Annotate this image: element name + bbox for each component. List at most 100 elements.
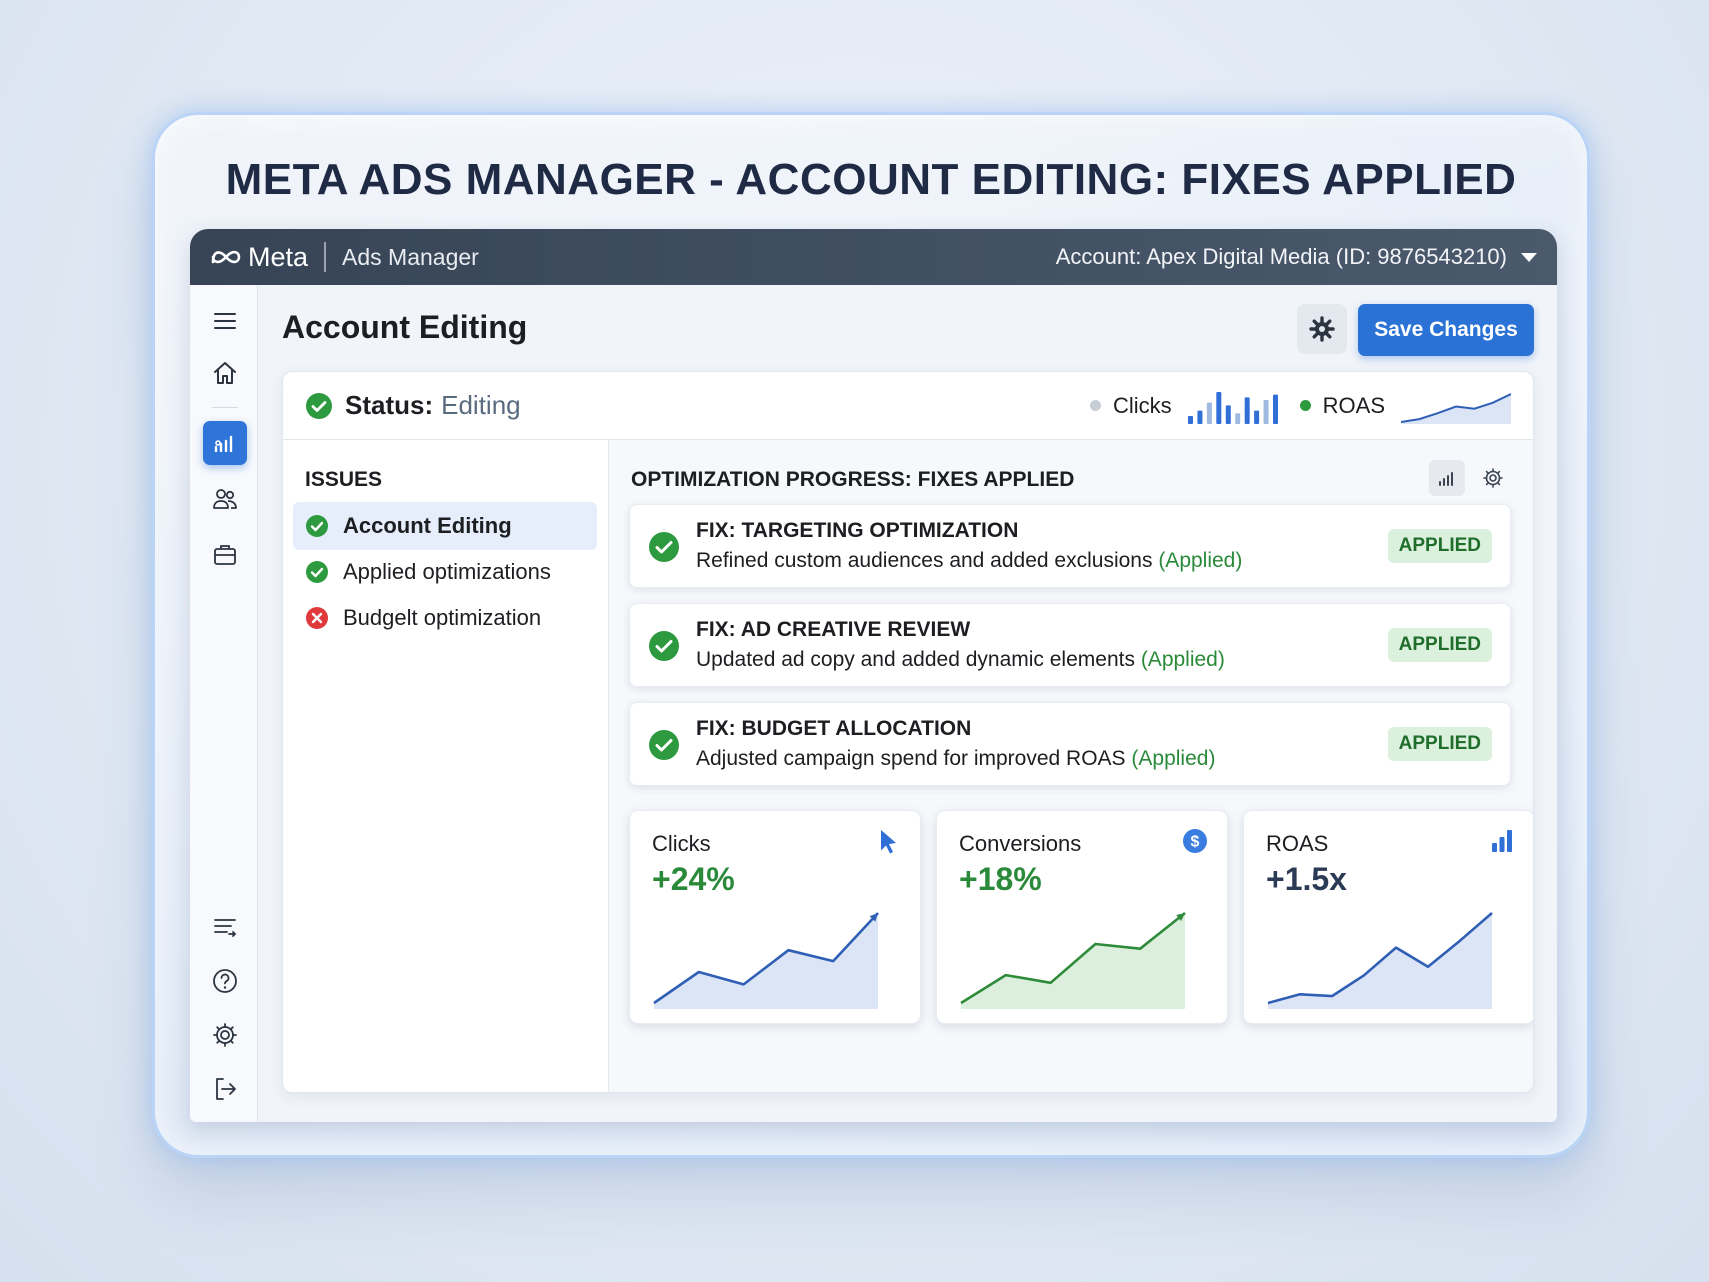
mini-bar	[1215, 391, 1221, 424]
check-circle-icon	[649, 631, 679, 661]
account-label: Account: Apex Digital Media (ID: 9876543…	[1055, 244, 1507, 269]
fix-description: Refined custom audiences and added exclu…	[696, 549, 1242, 573]
page-title: Account Editing	[282, 309, 528, 345]
editing-panel: Status: Editing Clicks ROAS ISSUES Accou…	[282, 371, 1534, 1093]
meta-logo[interactable]: Meta	[210, 242, 308, 273]
check-circle-icon	[306, 392, 332, 419]
fix-description-text: Refined custom audiences and added exclu…	[696, 549, 1153, 572]
metric-value: +24%	[652, 861, 735, 897]
dollar-icon: $	[1183, 829, 1207, 853]
topbar-divider	[324, 242, 327, 272]
mini-roas-line-chart	[1401, 392, 1511, 424]
mini-bar	[1253, 410, 1259, 424]
fix-applied-note: (Applied)	[1140, 648, 1225, 671]
issue-label: Budgelt optimization	[343, 605, 542, 630]
conversions-trend-chart	[960, 911, 1186, 1009]
fix-card-ad-creative[interactable]: FIX: AD CREATIVE REVIEW Updated ad copy …	[629, 603, 1511, 687]
status-badge: APPLIED	[1387, 529, 1492, 563]
mini-bar	[1197, 410, 1203, 424]
fix-card-budget[interactable]: FIX: BUDGET ALLOCATION Adjusted campaign…	[629, 702, 1511, 786]
issue-label: Applied optimizations	[343, 559, 551, 584]
error-circle-icon	[306, 607, 328, 629]
mini-bar	[1263, 399, 1269, 424]
fix-description: Adjusted campaign spend for improved ROA…	[696, 747, 1215, 771]
meta-infinity-icon	[211, 250, 241, 264]
fix-card-targeting[interactable]: FIX: TARGETING OPTIMIZATION Refined cust…	[629, 504, 1511, 588]
optimization-toolbar	[1429, 460, 1511, 496]
trend-area	[654, 913, 878, 1009]
trend-area	[961, 913, 1185, 1009]
clicks-dot	[1089, 400, 1101, 411]
issues-panel: ISSUES Account Editing Applied optimizat…	[283, 440, 609, 1092]
status-badge: APPLIED	[1387, 727, 1492, 761]
optimization-panel: OPTIMIZATION PROGRESS: FIXES APPLIED FIX…	[609, 440, 1533, 1092]
briefcase-icon[interactable]	[203, 533, 247, 577]
metric-label: Conversions	[959, 831, 1082, 856]
metric-value: +18%	[959, 861, 1042, 897]
roas-trend-chart	[1267, 912, 1493, 1009]
sidebar	[190, 285, 258, 1122]
logout-icon[interactable]	[203, 1067, 247, 1111]
settings-button[interactable]	[1297, 304, 1347, 354]
chevron-down-icon	[1521, 252, 1537, 262]
status-label: Status:	[345, 390, 434, 420]
metric-value: +1.5x	[1266, 861, 1347, 897]
mini-bar	[1187, 415, 1193, 424]
fix-title: FIX: BUDGET ALLOCATION	[696, 717, 972, 740]
check-circle-icon	[649, 532, 679, 562]
home-icon[interactable]	[203, 351, 247, 395]
account-switcher[interactable]: Account: Apex Digital Media (ID: 9876543…	[1056, 244, 1537, 270]
check-circle-icon	[649, 730, 679, 760]
menu-icon[interactable]	[203, 299, 247, 343]
status-badge: APPLIED	[1387, 628, 1492, 662]
svg-text:$: $	[1191, 834, 1200, 851]
app-window: Meta Ads Manager Account: Apex Digital M…	[190, 229, 1557, 1122]
issue-item-applied-optimizations[interactable]: Applied optimizations	[293, 548, 597, 596]
status-value: Editing	[441, 390, 521, 420]
analytics-icon[interactable]	[203, 421, 247, 465]
issue-item-budget-optimization[interactable]: Budgelt optimization	[293, 594, 597, 642]
metric-card-roas[interactable]: ROAS +1.5x	[1243, 810, 1533, 1024]
roas-dot	[1299, 400, 1311, 411]
app-name: Ads Manager	[342, 243, 479, 270]
mini-bar	[1272, 394, 1278, 424]
issues-heading: ISSUES	[305, 468, 383, 491]
sidebar-divider	[212, 407, 238, 408]
gear-icon	[1309, 316, 1335, 342]
optimization-heading: OPTIMIZATION PROGRESS: FIXES APPLIED	[631, 468, 1075, 491]
audiences-icon[interactable]	[203, 477, 247, 521]
fix-title: FIX: TARGETING OPTIMIZATION	[696, 519, 1019, 542]
chart-view-button[interactable]	[1429, 460, 1465, 496]
save-changes-button[interactable]: Save Changes	[1358, 304, 1534, 356]
gear-icon	[1483, 468, 1503, 488]
settings-icon[interactable]	[203, 1013, 247, 1057]
check-circle-icon	[306, 561, 328, 583]
mini-clicks-bar-chart	[1187, 391, 1278, 424]
bar-chart-icon	[1439, 472, 1453, 486]
help-icon[interactable]	[203, 959, 247, 1003]
fix-applied-note: (Applied)	[1158, 549, 1243, 572]
fix-title: FIX: AD CREATIVE REVIEW	[696, 618, 971, 641]
fix-description-text: Updated ad copy and added dynamic elemen…	[696, 648, 1135, 671]
mini-clicks-label: Clicks	[1112, 392, 1172, 418]
issue-item-account-editing[interactable]: Account Editing	[293, 502, 597, 550]
mini-bar	[1234, 412, 1240, 424]
panel-settings-button[interactable]	[1475, 460, 1511, 496]
top-bar: Meta Ads Manager Account: Apex Digital M…	[190, 229, 1557, 285]
metric-card-conversions[interactable]: Conversions +18% $	[936, 810, 1228, 1024]
filter-list-icon[interactable]	[203, 905, 247, 949]
fix-applied-note: (Applied)	[1131, 747, 1216, 770]
metric-label: ROAS	[1266, 831, 1329, 856]
mini-roas-label: ROAS	[1322, 392, 1385, 418]
bar-chart-icon	[1492, 830, 1512, 852]
issue-label: Account Editing	[343, 513, 512, 538]
fix-description: Updated ad copy and added dynamic elemen…	[696, 648, 1225, 672]
status-bar: Status: Editing Clicks ROAS	[283, 372, 1533, 440]
brand-name: Meta	[248, 241, 309, 272]
mini-metrics: Clicks ROAS	[1089, 388, 1511, 424]
mini-bar	[1206, 402, 1212, 424]
metric-card-clicks[interactable]: Clicks +24%	[629, 810, 921, 1024]
clicks-trend-chart	[653, 912, 879, 1009]
page-headline: META ADS MANAGER - ACCOUNT EDITING: FIXE…	[225, 155, 1517, 204]
mini-bar	[1225, 404, 1231, 424]
